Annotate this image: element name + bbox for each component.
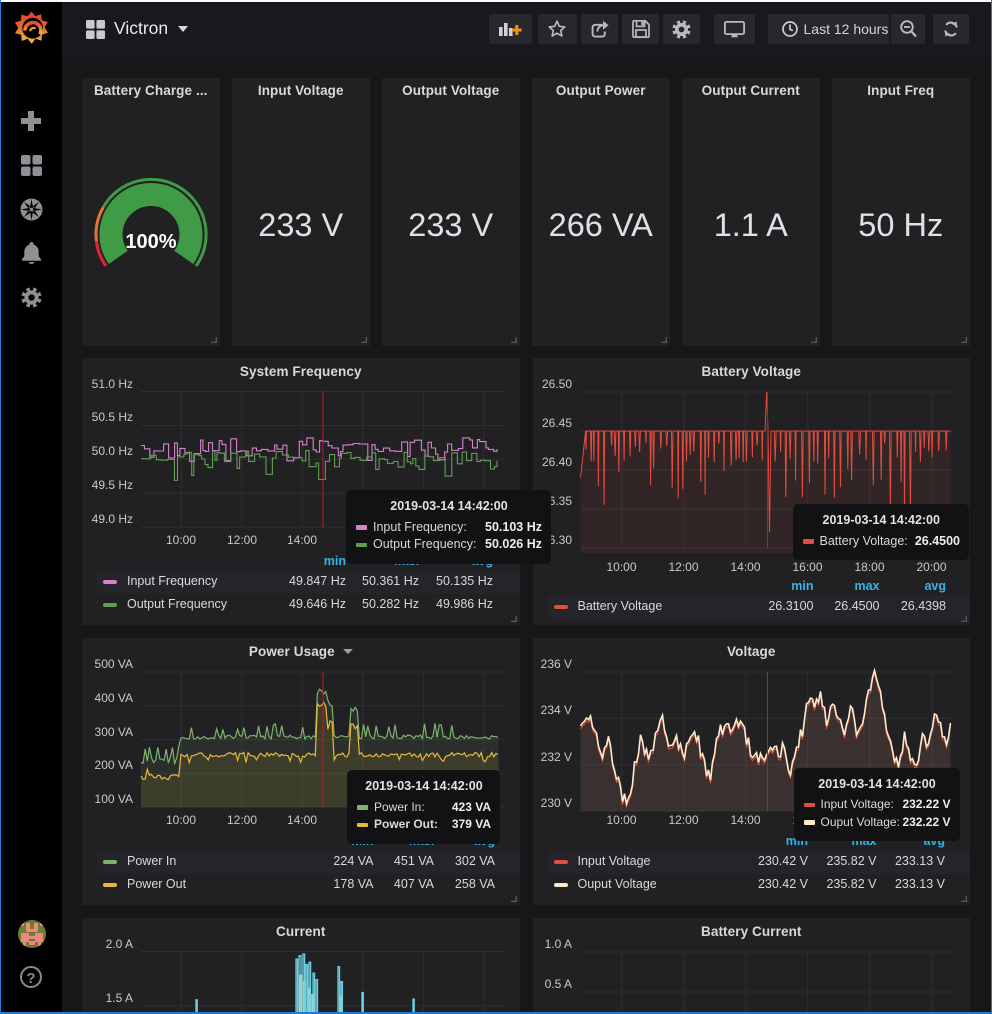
svg-text:100%: 100%: [125, 231, 176, 253]
